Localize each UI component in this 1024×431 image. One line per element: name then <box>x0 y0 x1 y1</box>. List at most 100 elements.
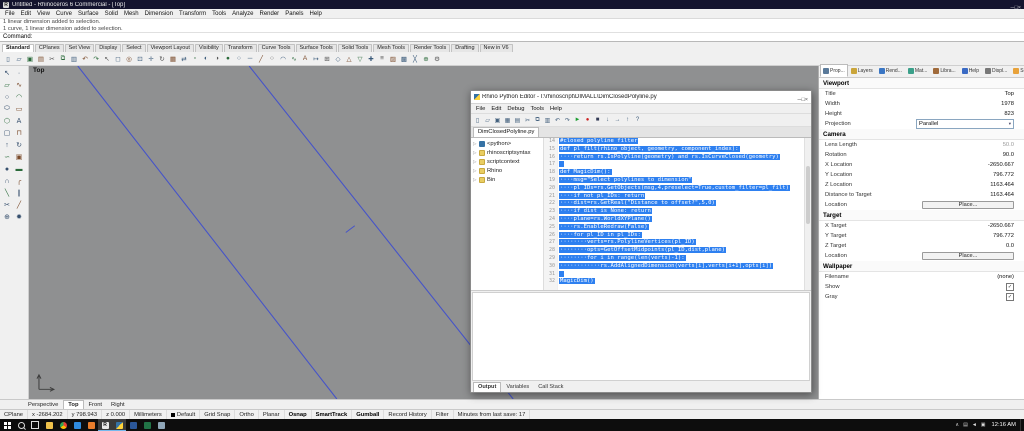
step-into-icon[interactable]: ↓ <box>603 116 612 125</box>
panel-tab-display[interactable]: Displ... <box>982 64 1010 77</box>
circle-tool-icon[interactable]: ○ <box>1 91 13 103</box>
property-value[interactable]: 823 <box>1004 111 1014 117</box>
menu-render[interactable]: Render <box>257 11 283 17</box>
polyline-icon[interactable]: ✚ <box>366 54 376 64</box>
save-icon[interactable]: ▣ <box>493 116 502 125</box>
trim-icon[interactable]: ─ <box>245 54 255 64</box>
split-icon[interactable]: ╱ <box>256 54 266 64</box>
toolbar-tab-visibility[interactable]: Visibility <box>194 44 223 52</box>
property-value[interactable]: 796.772 <box>993 233 1014 239</box>
property-value[interactable]: 1978 <box>1001 101 1014 107</box>
new-file-icon[interactable]: ▯ <box>473 116 482 125</box>
text-icon[interactable]: ╳ <box>410 54 420 64</box>
editor-close-button[interactable]: × <box>805 97 808 103</box>
property-value[interactable]: -2650.667 <box>988 162 1014 168</box>
panel-tab-help[interactable]: Help <box>959 64 982 77</box>
tree-item-<python>[interactable]: ▷ <python> <box>471 139 543 148</box>
toolbar-tab-display[interactable]: Display <box>95 44 122 52</box>
panel-tab-sun[interactable]: Sun <box>1010 64 1024 77</box>
viewport-tab-perspective[interactable]: Perspective <box>24 401 62 409</box>
copy-object-icon[interactable]: ▫ <box>190 54 200 64</box>
loft-tool-icon[interactable]: ⊓ <box>13 127 25 139</box>
toolbar-tab-new-in-v6[interactable]: New in V6 <box>479 44 513 52</box>
toggle-smarttrack[interactable]: SmartTrack <box>312 410 353 419</box>
menu-surface[interactable]: Surface <box>75 11 102 17</box>
menu-solid[interactable]: Solid <box>102 11 121 17</box>
print-icon[interactable]: ▤ <box>36 54 46 64</box>
toolbar-tab-transform[interactable]: Transform <box>223 44 257 52</box>
menu-transform[interactable]: Transform <box>176 11 209 17</box>
units-display[interactable]: Millimeters <box>130 410 167 419</box>
stop-icon[interactable]: ■ <box>593 116 602 125</box>
toggle-ortho[interactable]: Ortho <box>235 410 259 419</box>
toolbar-tab-select[interactable]: Select <box>122 44 146 52</box>
taskbar-notepad[interactable] <box>154 419 168 431</box>
bottom-tab-variables[interactable]: Variables <box>502 383 533 392</box>
toolbar-tab-render-tools[interactable]: Render Tools <box>409 44 451 52</box>
zoom-window-icon[interactable]: ⊡ <box>135 54 145 64</box>
panel-tab-libraries[interactable]: Libra... <box>930 64 958 77</box>
expander-icon[interactable]: ▷ <box>473 159 477 165</box>
array-icon[interactable]: ○ <box>234 54 244 64</box>
scale-icon[interactable]: ◑ <box>212 54 222 64</box>
curve-icon[interactable]: ▩ <box>399 54 409 64</box>
tree-item-bin[interactable]: ▷ Bin <box>471 175 543 184</box>
join-tool-icon[interactable]: ⊕ <box>1 211 13 223</box>
viewport-tab-front[interactable]: Front <box>85 401 107 409</box>
cut-icon[interactable]: ✂ <box>47 54 57 64</box>
select-icon[interactable]: ↖ <box>102 54 112 64</box>
sphere-tool-icon[interactable]: ● <box>1 163 13 175</box>
viewport-title[interactable]: Top <box>33 67 44 74</box>
rotate-view-icon[interactable]: ↻ <box>157 54 167 64</box>
menu-help[interactable]: Help <box>307 11 325 17</box>
toolbar-tab-mesh-tools[interactable]: Mesh Tools <box>373 44 409 52</box>
select-tool-icon[interactable]: ↖ <box>1 67 13 79</box>
scrollbar-thumb[interactable] <box>806 166 810 224</box>
panel-tab-materials[interactable]: Mat... <box>905 64 931 77</box>
toggle-osnap[interactable]: Osnap <box>285 410 312 419</box>
toggle-filter[interactable]: Filter <box>432 410 454 419</box>
menu-curve[interactable]: Curve <box>53 11 75 17</box>
menu-mesh[interactable]: Mesh <box>121 11 142 17</box>
options-icon[interactable]: ⚙ <box>432 54 442 64</box>
toolbar-tab-drafting[interactable]: Drafting <box>451 44 479 52</box>
run-icon[interactable]: ► <box>573 116 582 125</box>
panel-tab-properties[interactable]: Prop... <box>820 64 848 77</box>
undo-icon[interactable]: ↶ <box>80 54 90 64</box>
point-tool-icon[interactable]: · <box>13 67 25 79</box>
hide-icon[interactable]: ↦ <box>311 54 321 64</box>
taskbar-media-player[interactable] <box>84 419 98 431</box>
extrude-tool-icon[interactable]: ↑ <box>1 139 13 151</box>
taskbar-search[interactable] <box>14 419 28 431</box>
panel-tab-layers[interactable]: Layers <box>848 64 876 77</box>
curve-tool-icon[interactable]: ∿ <box>13 79 25 91</box>
menu-view[interactable]: View <box>34 11 53 17</box>
mirror-icon[interactable]: ● <box>223 54 233 64</box>
toolbar-tab-cplanes[interactable]: CPlanes <box>34 44 64 52</box>
checkbox-gray[interactable]: ✓ <box>1006 293 1014 301</box>
menu-dimension[interactable]: Dimension <box>142 11 176 17</box>
cut-icon[interactable]: ✂ <box>523 116 532 125</box>
editor-title-bar[interactable]: Rhino Python Editor - I:\rhinoscript\DIM… <box>471 91 811 104</box>
toggle-grid-snap[interactable]: Grid Snap <box>200 410 236 419</box>
expander-icon[interactable]: ▷ <box>473 177 477 183</box>
dimension-icon[interactable]: ⊕ <box>421 54 431 64</box>
editor-menu-tools[interactable]: Tools <box>527 106 547 112</box>
debug-icon[interactable]: ● <box>583 116 592 125</box>
open-file-icon[interactable]: ▱ <box>14 54 24 64</box>
panel-tab-render[interactable]: Rend... <box>876 64 905 77</box>
code-editor[interactable]: 14 #closed polyline filter 15 def pl_filt(r… <box>544 138 811 290</box>
trim-tool-icon[interactable]: ✂ <box>1 199 13 211</box>
menu-panels[interactable]: Panels <box>282 11 306 17</box>
tray-expand-icon[interactable]: ∧ <box>953 422 961 428</box>
expander-icon[interactable]: ▷ <box>473 168 477 174</box>
group-icon[interactable]: ◠ <box>278 54 288 64</box>
code-scrollbar[interactable] <box>804 138 811 290</box>
print-icon[interactable]: ▤ <box>513 116 522 125</box>
zoom-extents-icon[interactable]: ◎ <box>124 54 134 64</box>
property-value[interactable]: Top <box>1005 91 1014 97</box>
line-icon[interactable]: ▽ <box>355 54 365 64</box>
lock-icon[interactable]: ◇ <box>333 54 343 64</box>
show-desktop-button[interactable] <box>1020 419 1024 431</box>
menu-tools[interactable]: Tools <box>209 11 229 17</box>
